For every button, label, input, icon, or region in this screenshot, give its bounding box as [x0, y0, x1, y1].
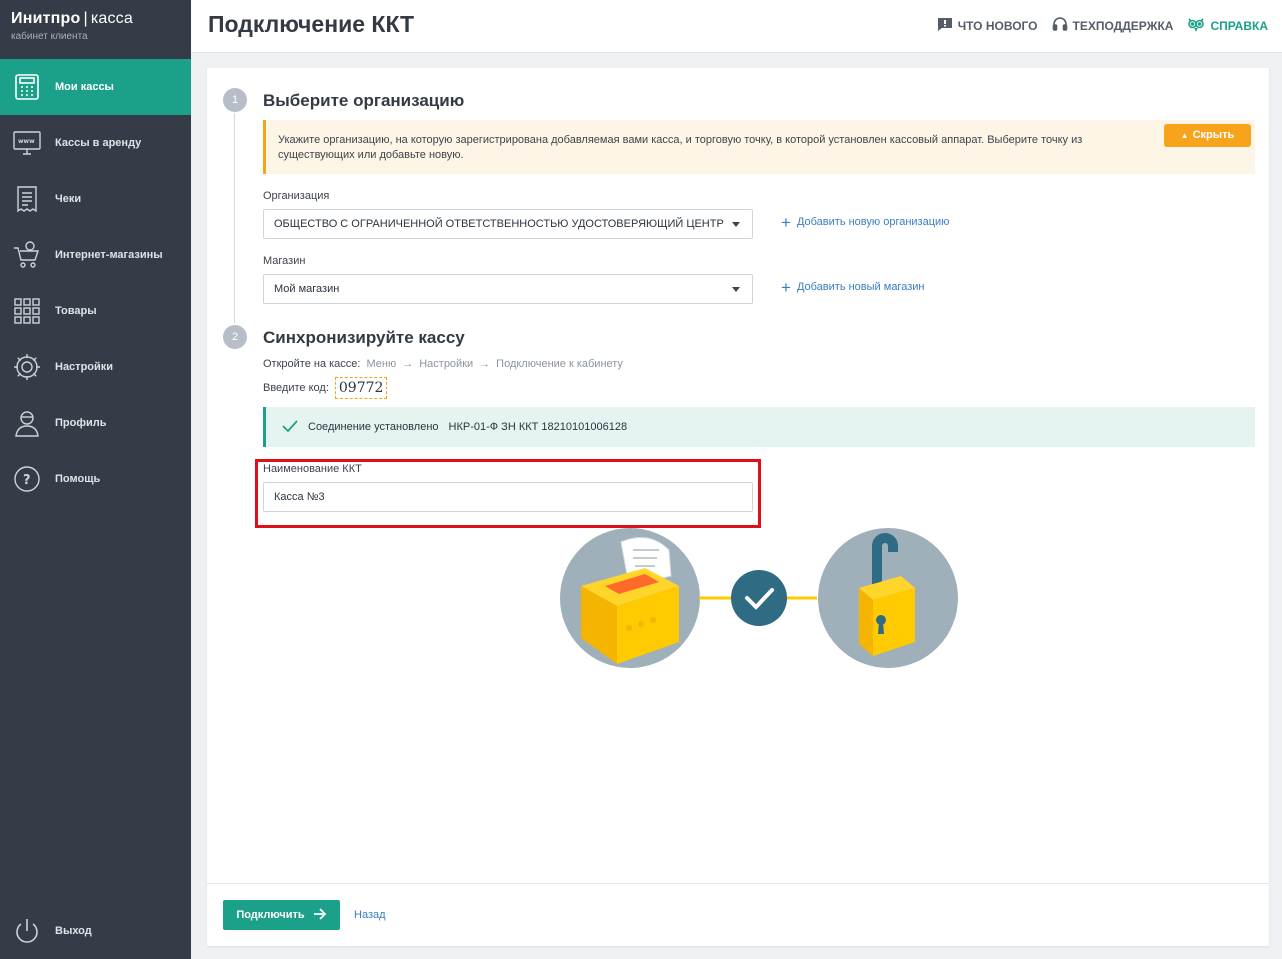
- connection-illustration: [559, 528, 959, 668]
- top-links: ЧТО НОВОГО ТЕХПОДДЕРЖКА СПРАВКА: [937, 16, 1268, 35]
- path-item-settings: Настройки: [419, 358, 474, 370]
- sidebar-item-label: Товары: [55, 305, 97, 317]
- add-organization-link[interactable]: + Добавить новую организацию: [781, 212, 950, 232]
- headset-icon: [1052, 16, 1068, 35]
- connect-button[interactable]: Подключить: [223, 900, 340, 930]
- sidebar-item-receipts[interactable]: Чеки: [0, 171, 191, 227]
- sidebar-item-online-stores[interactable]: Интернет-магазины: [0, 227, 191, 283]
- path-prefix: Откройте на кассе:: [263, 358, 361, 370]
- receipt-icon: [11, 183, 43, 215]
- organization-select[interactable]: ОБЩЕСТВО С ОГРАНИЧЕННОЙ ОТВЕТСТВЕННОСТЬЮ…: [263, 209, 753, 239]
- step-2-title: Синхронизируйте кассу: [263, 328, 465, 347]
- svg-text:?: ?: [23, 473, 31, 488]
- sidebar: Инитпро | касса кабинет клиента Мои кассы …: [0, 0, 191, 959]
- arrow-right-icon: →: [402, 358, 414, 370]
- check-icon: [282, 419, 298, 436]
- menu-path: Откройте на кассе: Меню → Настройки → По…: [263, 358, 623, 370]
- support-link[interactable]: ТЕХПОДДЕРЖКА: [1052, 16, 1174, 35]
- store-label: Магазин: [263, 255, 306, 267]
- sidebar-item-profile[interactable]: Профиль: [0, 395, 191, 451]
- news-icon: [937, 16, 953, 35]
- cash-register-icon: [11, 71, 43, 103]
- add-store-label: Добавить новый магазин: [796, 281, 925, 293]
- card-footer: Подключить Назад: [207, 883, 1269, 946]
- grid-icon: [11, 295, 43, 327]
- step-1-title: Выберите организацию: [263, 91, 465, 110]
- kkt-name-label: Наименование ККТ: [263, 463, 362, 475]
- device-info: НКР-01-Ф ЗН ККТ 18210101006128: [448, 421, 628, 433]
- success-check-icon: [731, 570, 787, 626]
- step-2-number: 2: [223, 325, 247, 349]
- online-cart-icon: [11, 239, 43, 271]
- help-link[interactable]: СПРАВКА: [1187, 16, 1268, 35]
- sidebar-item-label: Профиль: [55, 417, 107, 429]
- store-select[interactable]: Мой магазин: [263, 274, 753, 304]
- brand-name: Инитпро: [11, 10, 81, 27]
- brand-logo[interactable]: Инитпро | касса кабинет клиента: [0, 0, 191, 59]
- kkt-name-input[interactable]: Касса №3: [263, 482, 753, 512]
- add-organization-label: Добавить новую организацию: [796, 216, 950, 228]
- whats-new-link[interactable]: ЧТО НОВОГО: [937, 16, 1038, 35]
- logout-button[interactable]: Выход: [0, 903, 191, 959]
- plus-icon: +: [781, 277, 791, 297]
- arrow-right-icon: [313, 907, 327, 923]
- organization-label: Организация: [263, 190, 330, 202]
- step-1-number: 1: [223, 88, 247, 112]
- code-row: Введите код: 09772: [263, 377, 388, 399]
- brand-subtitle: кабинет клиента: [11, 31, 88, 42]
- help-label: СПРАВКА: [1210, 18, 1268, 33]
- sidebar-item-label: Настройки: [55, 361, 114, 373]
- svg-text:www: www: [18, 138, 35, 145]
- power-icon: [11, 915, 43, 947]
- step-connector: [234, 113, 235, 323]
- pairing-code: 09772: [334, 377, 388, 399]
- brand-product: касса: [90, 10, 133, 27]
- brand-separator: |: [83, 10, 88, 27]
- question-icon: ?: [11, 463, 43, 495]
- sidebar-item-label: Кассы в аренду: [55, 137, 142, 149]
- sidebar-item-help[interactable]: ? Помощь: [0, 451, 191, 507]
- notice-text: Укажите организацию, на которую зарегист…: [278, 134, 1083, 161]
- status-text: Соединение установлено: [308, 421, 439, 433]
- info-notice: Укажите организацию, на которую зарегист…: [263, 120, 1255, 174]
- support-label: ТЕХПОДДЕРЖКА: [1072, 18, 1174, 33]
- hide-button[interactable]: ▲ Скрыть: [1164, 124, 1251, 147]
- back-link[interactable]: Назад: [354, 909, 386, 921]
- code-label: Введите код:: [263, 382, 329, 394]
- www-monitor-icon: www: [11, 127, 43, 159]
- path-item-connect: Подключение к кабинету: [496, 358, 623, 370]
- lock-illustration-icon: [818, 528, 958, 668]
- sidebar-item-label: Чеки: [55, 193, 82, 205]
- sidebar-item-goods[interactable]: Товары: [0, 283, 191, 339]
- printer-illustration-icon: [560, 528, 700, 668]
- sidebar-item-label: Мои кассы: [55, 81, 114, 93]
- add-store-link[interactable]: + Добавить новый магазин: [781, 277, 925, 297]
- connection-card: 1 Выберите организацию Укажите организац…: [207, 68, 1269, 946]
- connection-status: Соединение установлено НКР-01-Ф ЗН ККТ 1…: [263, 407, 1255, 447]
- path-item-menu: Меню: [366, 358, 397, 370]
- sidebar-item-label: Интернет-магазины: [55, 249, 163, 261]
- sidebar-item-my-registers[interactable]: Мои кассы: [0, 59, 191, 115]
- page-title: Подключение ККТ: [208, 11, 415, 37]
- arrow-right-icon: →: [479, 358, 491, 370]
- chevron-up-icon: ▲: [1180, 131, 1189, 140]
- whats-new-label: ЧТО НОВОГО: [957, 18, 1038, 33]
- sidebar-item-settings[interactable]: Настройки: [0, 339, 191, 395]
- chevron-down-icon: [732, 287, 740, 292]
- organization-value: ОБЩЕСТВО С ОГРАНИЧЕННОЙ ОТВЕТСТВЕННОСТЬЮ…: [274, 218, 724, 230]
- connect-label: Подключить: [236, 909, 305, 921]
- chevron-down-icon: [732, 222, 740, 227]
- hide-label: Скрыть: [1192, 129, 1235, 141]
- top-bar: Подключение ККТ ЧТО НОВОГО ТЕХПОДДЕРЖКА …: [191, 0, 1282, 53]
- sidebar-item-rent[interactable]: www Кассы в аренду: [0, 115, 191, 171]
- user-icon: [11, 407, 43, 439]
- sidebar-item-label: Помощь: [55, 473, 101, 485]
- gear-icon: [11, 351, 43, 383]
- plus-icon: +: [781, 212, 791, 232]
- owl-icon: [1187, 16, 1205, 35]
- logout-label: Выход: [55, 925, 92, 937]
- store-value: Мой магазин: [274, 283, 340, 295]
